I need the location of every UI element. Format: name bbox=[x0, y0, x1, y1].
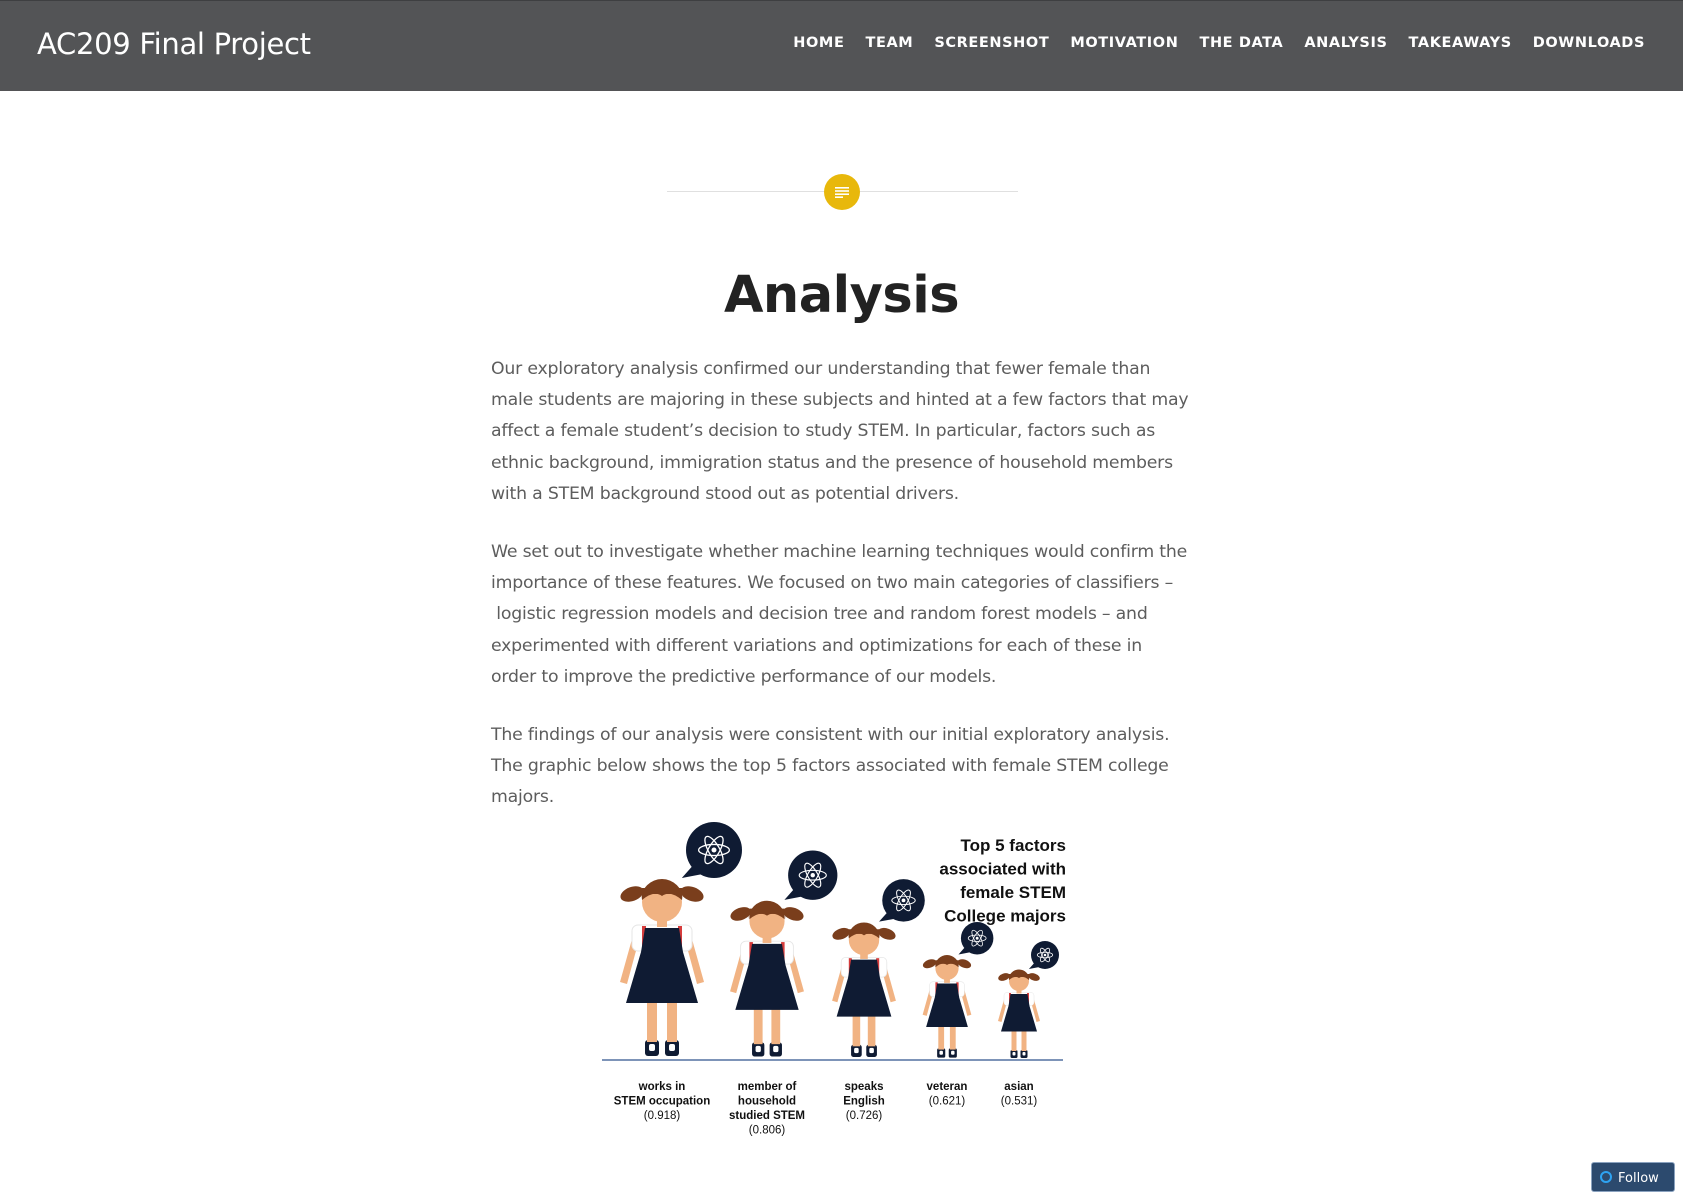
paragraph-exploratory: Our exploratory analysis confirmed our u… bbox=[491, 359, 1189, 504]
main-navigation: HOME TEAM SCREENSHOT MOTIVATION THE DATA ANAL… bbox=[772, 35, 1645, 51]
nav-item-takeaways[interactable]: TAKEAWAYS bbox=[1409, 35, 1512, 51]
post-format-badge bbox=[824, 174, 860, 210]
factor-value: (0.531) bbox=[1001, 1096, 1038, 1108]
nav-item-screenshot[interactable]: SCREENSHOT bbox=[934, 35, 1049, 51]
nav-item-motivation[interactable]: MOTIVATION bbox=[1070, 35, 1178, 51]
nav-item-analysis[interactable]: ANALYSIS bbox=[1304, 35, 1387, 51]
follow-icon bbox=[1600, 1171, 1612, 1183]
infographic-title-line: Top 5 factors bbox=[961, 836, 1066, 855]
text-lines-icon bbox=[835, 186, 849, 198]
factor-value: (0.726) bbox=[846, 1110, 883, 1122]
factor-label: asian bbox=[1004, 1081, 1033, 1093]
girl-figure-3 bbox=[832, 922, 896, 1057]
factor-label: household bbox=[738, 1096, 796, 1108]
follow-label: Follow bbox=[1618, 1171, 1659, 1186]
atom-bubble-icon bbox=[681, 822, 742, 878]
girl-figure-4 bbox=[922, 955, 972, 1058]
factor-label: works in bbox=[638, 1081, 686, 1093]
site-title-link[interactable]: AC209 Final Project bbox=[37, 27, 311, 61]
factor-label: veteran bbox=[927, 1081, 968, 1093]
factor-value: (0.918) bbox=[644, 1110, 681, 1122]
factor-label: speaks bbox=[844, 1081, 883, 1093]
factor-label: STEM occupation bbox=[614, 1096, 710, 1108]
nav-item-team[interactable]: TEAM bbox=[865, 35, 913, 51]
atom-bubble-icon bbox=[879, 879, 925, 922]
nav-item-downloads[interactable]: DOWNLOADS bbox=[1533, 35, 1645, 51]
nav-item-home[interactable]: HOME bbox=[793, 35, 844, 51]
girl-figure-5 bbox=[998, 969, 1040, 1058]
girl-figure-2 bbox=[730, 900, 804, 1057]
nav-item-the-data[interactable]: THE DATA bbox=[1199, 35, 1283, 51]
site-header: AC209 Final Project HOME TEAM SCREENSHOT MO… bbox=[0, 0, 1683, 91]
follow-button[interactable]: Follow bbox=[1591, 1162, 1675, 1192]
factor-value: (0.621) bbox=[929, 1096, 966, 1108]
factor-value: (0.806) bbox=[749, 1125, 786, 1137]
paragraph-findings: The findings of our analysis were consis… bbox=[491, 725, 1170, 808]
atom-bubble-icon bbox=[958, 921, 994, 955]
page-title: Analysis bbox=[723, 266, 960, 326]
girl-figure-1 bbox=[620, 879, 704, 1056]
post-content: Our exploratory analysis confirmed our u… bbox=[491, 354, 1191, 841]
atom-bubble-icon bbox=[784, 850, 838, 900]
infographic-canvas: Top 5 factors associated with female STEM C… bbox=[602, 822, 1066, 1137]
factor-label: English bbox=[843, 1096, 885, 1108]
infographic-title-line: College majors bbox=[944, 907, 1066, 926]
factor-label: studied STEM bbox=[729, 1110, 805, 1122]
factor-label: member of bbox=[738, 1081, 797, 1093]
infographic-title-line: associated with bbox=[939, 860, 1066, 879]
atom-bubble-icon bbox=[1028, 941, 1059, 969]
top-factors-infographic: Top 5 factors associated with female STEM C… bbox=[590, 820, 1090, 1150]
paragraph-methods: We set out to investigate whether machin… bbox=[491, 542, 1188, 687]
infographic-title-line: female STEM bbox=[960, 883, 1066, 902]
